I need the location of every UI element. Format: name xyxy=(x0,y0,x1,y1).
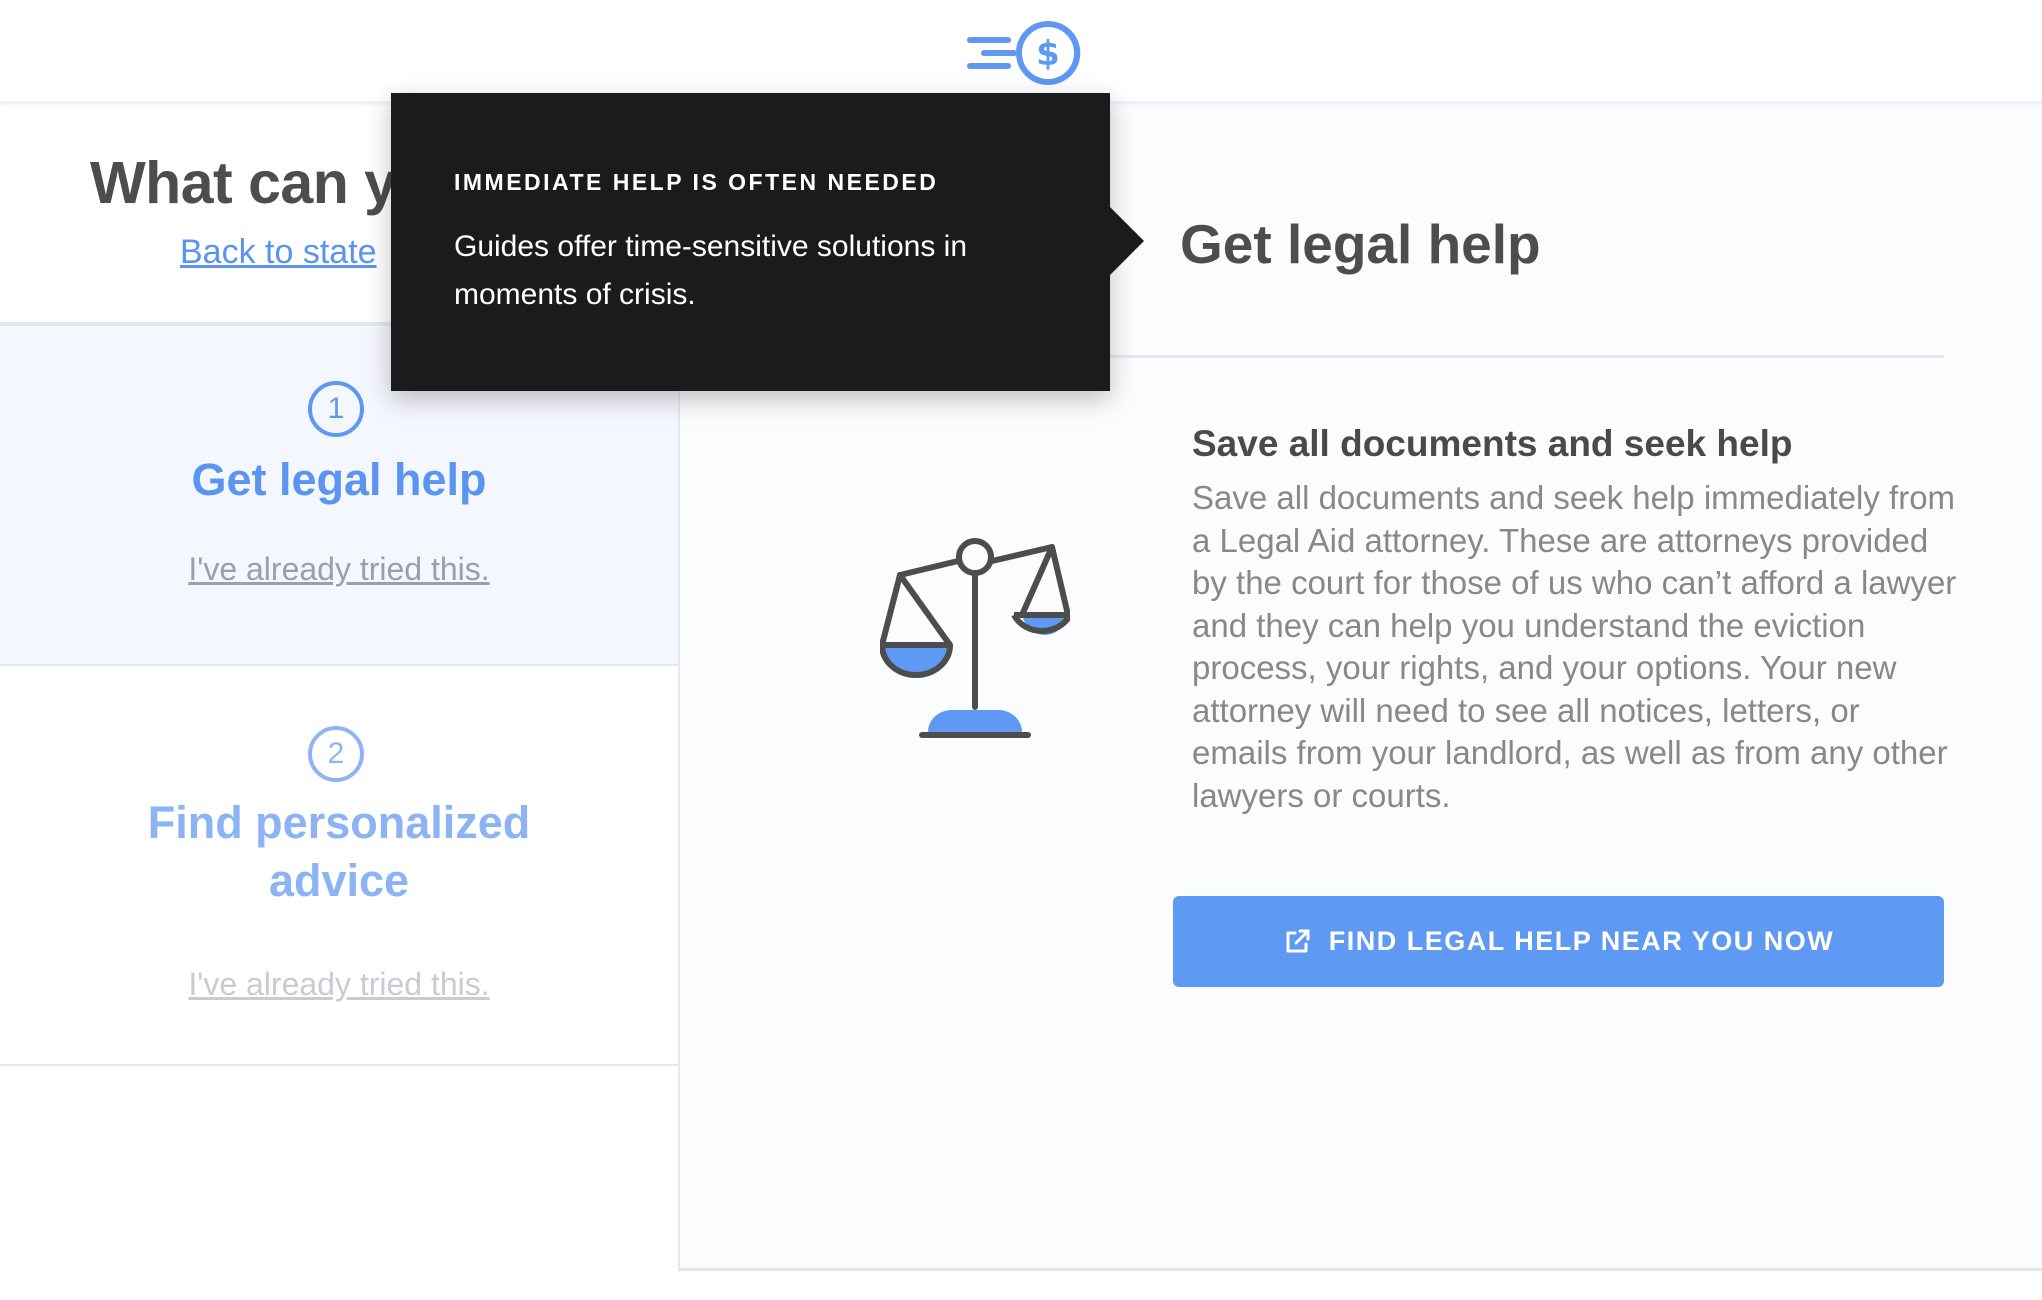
page: $ What can you do? Back to state 1 Get l… xyxy=(0,0,2042,1300)
help-tooltip: IMMEDIATE HELP IS OFTEN NEEDED Guides of… xyxy=(391,93,1110,391)
tooltip-title: IMMEDIATE HELP IS OFTEN NEEDED xyxy=(454,169,939,195)
content-heading: Save all documents and seek help xyxy=(1192,423,1793,464)
coin-dollar-speed-icon[interactable]: $ xyxy=(962,18,1084,88)
svg-text:$: $ xyxy=(1036,34,1060,74)
tooltip-arrow xyxy=(1110,207,1144,275)
top-header: $ xyxy=(0,0,2042,104)
external-link-icon xyxy=(1286,929,1310,952)
content-body: Save all documents and seek help immedia… xyxy=(1192,479,1957,814)
step-title[interactable]: Find personalized advice xyxy=(0,794,678,910)
step-number-badge: 2 xyxy=(308,726,364,782)
divider xyxy=(1110,355,1944,358)
panel-title: Get legal help xyxy=(1180,213,1541,275)
find-legal-help-button[interactable]: FIND LEGAL HELP NEAR YOU NOW xyxy=(1173,896,1944,987)
tooltip-body: Guides offer time-sensitive solutions in… xyxy=(454,230,968,311)
step-number-badge: 1 xyxy=(308,381,364,437)
button-label: FIND LEGAL HELP NEAR YOU NOW xyxy=(1328,926,1835,956)
already-tried-link[interactable]: I've already tried this. xyxy=(0,966,678,1003)
already-tried-link[interactable]: I've already tried this. xyxy=(0,551,678,588)
step-title[interactable]: Get legal help xyxy=(0,451,678,509)
step-find-personalized-advice[interactable]: 2 Find personalized advice I've already t… xyxy=(0,666,678,1066)
scale-of-justice-icon xyxy=(880,538,1070,738)
back-to-state-link[interactable]: Back to state xyxy=(180,233,377,272)
